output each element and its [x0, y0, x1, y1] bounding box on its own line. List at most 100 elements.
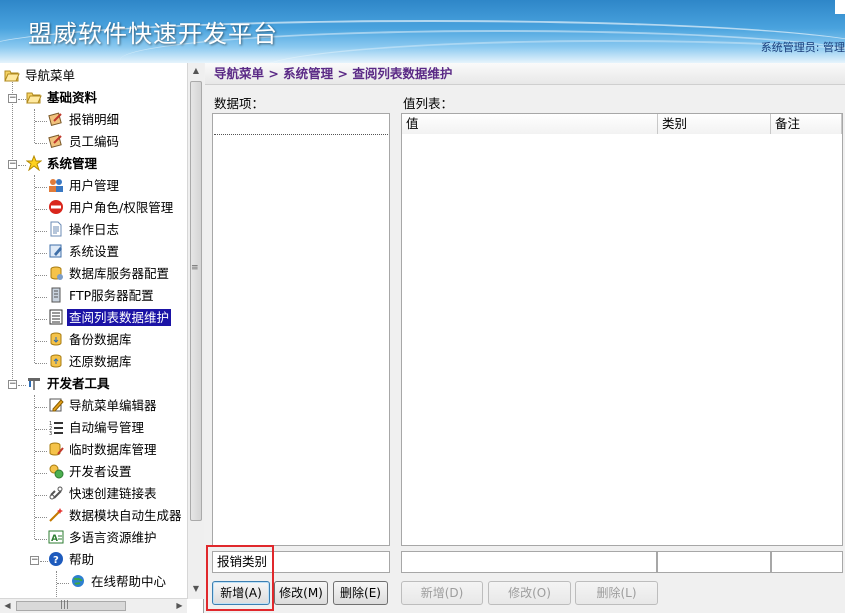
tree-connector — [35, 363, 47, 364]
collapse-icon[interactable]: − — [8, 160, 17, 169]
tree-connector — [35, 341, 47, 342]
category-input[interactable] — [657, 551, 771, 573]
tree-item-system-settings[interactable]: 系统设置 — [48, 242, 121, 262]
tree-item-label: 开发者设置 — [69, 464, 132, 479]
tree-item-online-help-center[interactable]: 在线帮助中心 — [70, 572, 168, 592]
tree-connector — [35, 517, 47, 518]
settings-icon — [48, 243, 64, 259]
tree-connector — [35, 297, 47, 298]
tree-item-ftp-config[interactable]: FTP服务器配置 — [48, 286, 156, 306]
restore-icon — [48, 353, 64, 369]
column-header-category[interactable]: 类别 — [658, 114, 771, 134]
star-icon — [25, 154, 43, 172]
tree-connector — [35, 121, 47, 122]
tree-item-restore-db[interactable]: 还原数据库 — [48, 352, 134, 372]
tree-group-label: 系统管理 — [47, 156, 98, 171]
tree-group-help[interactable]: ? 帮助 — [48, 550, 96, 570]
tree-group-system-management[interactable]: 系统管理 — [25, 154, 99, 174]
tree-group-basic-data[interactable]: 基础资料 — [26, 88, 99, 108]
scroll-thumb[interactable] — [190, 81, 202, 521]
value-list-label: 值列表： — [403, 96, 454, 111]
scroll-left-icon[interactable]: ◀ — [0, 599, 15, 613]
data-items-list[interactable] — [212, 113, 390, 546]
tree-item-label: 查阅列表数据维护 — [67, 309, 172, 326]
link-icon — [48, 485, 64, 501]
grid-header: 值 类别 备注 — [402, 114, 842, 134]
tree-item-label: 用户管理 — [69, 178, 120, 193]
tree-item-temp-db-management[interactable]: 临时数据库管理 — [48, 440, 159, 460]
tree-item-user-management[interactable]: 用户管理 — [48, 176, 121, 196]
collapse-icon[interactable]: − — [8, 94, 17, 103]
tree-item-employee-code[interactable]: 员工编码 — [48, 132, 121, 152]
form-icon — [48, 133, 64, 149]
tree-group-developer-tools[interactable]: 开发者工具 — [26, 374, 112, 394]
column-header-remarks[interactable]: 备注 — [771, 114, 842, 134]
tree-item-label: 快速创建链接表 — [69, 486, 157, 501]
collapse-icon[interactable]: − — [30, 556, 39, 565]
tree-connector — [18, 385, 26, 386]
tree-connector — [35, 187, 47, 188]
collapse-icon[interactable]: − — [8, 380, 17, 389]
tree-item-developer-settings[interactable]: 开发者设置 — [48, 462, 134, 482]
tree-item-label: 系统设置 — [69, 244, 120, 259]
scroll-thumb[interactable] — [16, 601, 126, 611]
navigation-tree[interactable]: 导航菜单 − 基础资料 报销明细 员工编码 − 系统管理 用户管理 用户角色/权… — [0, 63, 204, 613]
scroll-right-icon[interactable]: ▶ — [172, 599, 187, 613]
tree-item-multilanguage-resources[interactable]: A 多语言资源维护 — [48, 528, 159, 548]
tree-connector — [34, 175, 35, 363]
database-server-icon — [48, 265, 64, 281]
tree-item-roles-permissions[interactable]: 用户角色/权限管理 — [48, 198, 175, 218]
temp-db-icon — [48, 441, 64, 457]
tree-item-db-server-config[interactable]: 数据库服务器配置 — [48, 264, 171, 284]
tree-group-label: 基础资料 — [47, 90, 98, 105]
tree-root-label: 导航菜单 — [25, 68, 76, 83]
delete-value-button[interactable]: 删除(L) — [575, 581, 658, 605]
modify-data-item-button[interactable]: 修改(M) — [274, 581, 328, 605]
tree-item-backup-db[interactable]: 备份数据库 — [48, 330, 134, 350]
app-title: 盟威软件快速开发平台 — [28, 20, 278, 48]
folder-open-icon — [26, 89, 42, 105]
backup-icon — [48, 331, 64, 347]
delete-data-item-button[interactable]: 删除(E) — [333, 581, 388, 605]
tree-connector — [12, 77, 13, 379]
banner-edge — [835, 0, 845, 14]
tree-item-operation-log[interactable]: 操作日志 — [48, 220, 121, 240]
tree-horizontal-scrollbar[interactable]: ◀ ||| ▶ — [0, 598, 187, 613]
svg-text:3: 3 — [49, 431, 52, 435]
tree-item-expense-detail[interactable]: 报销明细 — [48, 110, 121, 130]
scroll-up-icon[interactable]: ▲ — [188, 63, 204, 79]
tree-item-label: 操作日志 — [69, 222, 120, 237]
tree-root[interactable]: 导航菜单 — [4, 66, 77, 86]
folder-open-icon — [4, 67, 20, 83]
remarks-input[interactable] — [771, 551, 843, 573]
tree-item-lookup-list-maintenance[interactable]: 查阅列表数据维护 — [48, 308, 172, 328]
tree-item-label: 员工编码 — [69, 134, 120, 149]
tree-connector — [35, 495, 47, 496]
add-data-item-button[interactable]: 新增(A) — [212, 581, 270, 605]
tree-item-nav-menu-editor[interactable]: 导航菜单编辑器 — [48, 396, 159, 416]
users-icon — [48, 177, 64, 193]
tree-connector — [35, 209, 47, 210]
tree-connector — [35, 231, 47, 232]
tree-vertical-scrollbar[interactable]: ▲ ≡ ▼ — [187, 63, 204, 599]
tree-item-quick-link-table[interactable]: 快速创建链接表 — [48, 484, 159, 504]
tools-icon — [26, 375, 42, 391]
data-item-name-input[interactable]: 报销类别 — [212, 551, 390, 573]
column-header-value[interactable]: 值 — [402, 114, 658, 134]
tree-connector — [35, 473, 47, 474]
tree-item-label: 数据模块自动生成器 — [69, 508, 182, 523]
value-input[interactable] — [401, 551, 657, 573]
form-icon — [48, 111, 64, 127]
scroll-down-icon[interactable]: ▼ — [188, 581, 204, 597]
tree-item-data-module-generator[interactable]: 数据模块自动生成器 — [48, 506, 184, 526]
value-list-grid[interactable]: 值 类别 备注 — [401, 113, 843, 546]
tree-item-auto-numbering[interactable]: 1 2 3 自动编号管理 — [48, 418, 146, 438]
numbered-list-icon: 123 — [48, 419, 64, 437]
add-value-button[interactable]: 新增(D) — [401, 581, 483, 605]
modify-value-button[interactable]: 修改(O) — [488, 581, 571, 605]
tree-connector — [18, 99, 26, 100]
no-entry-icon — [48, 199, 64, 215]
tree-connector — [35, 253, 47, 254]
ftp-icon — [48, 287, 64, 303]
breadcrumb: 导航菜单 > 系统管理 > 查阅列表数据维护 — [205, 63, 845, 85]
